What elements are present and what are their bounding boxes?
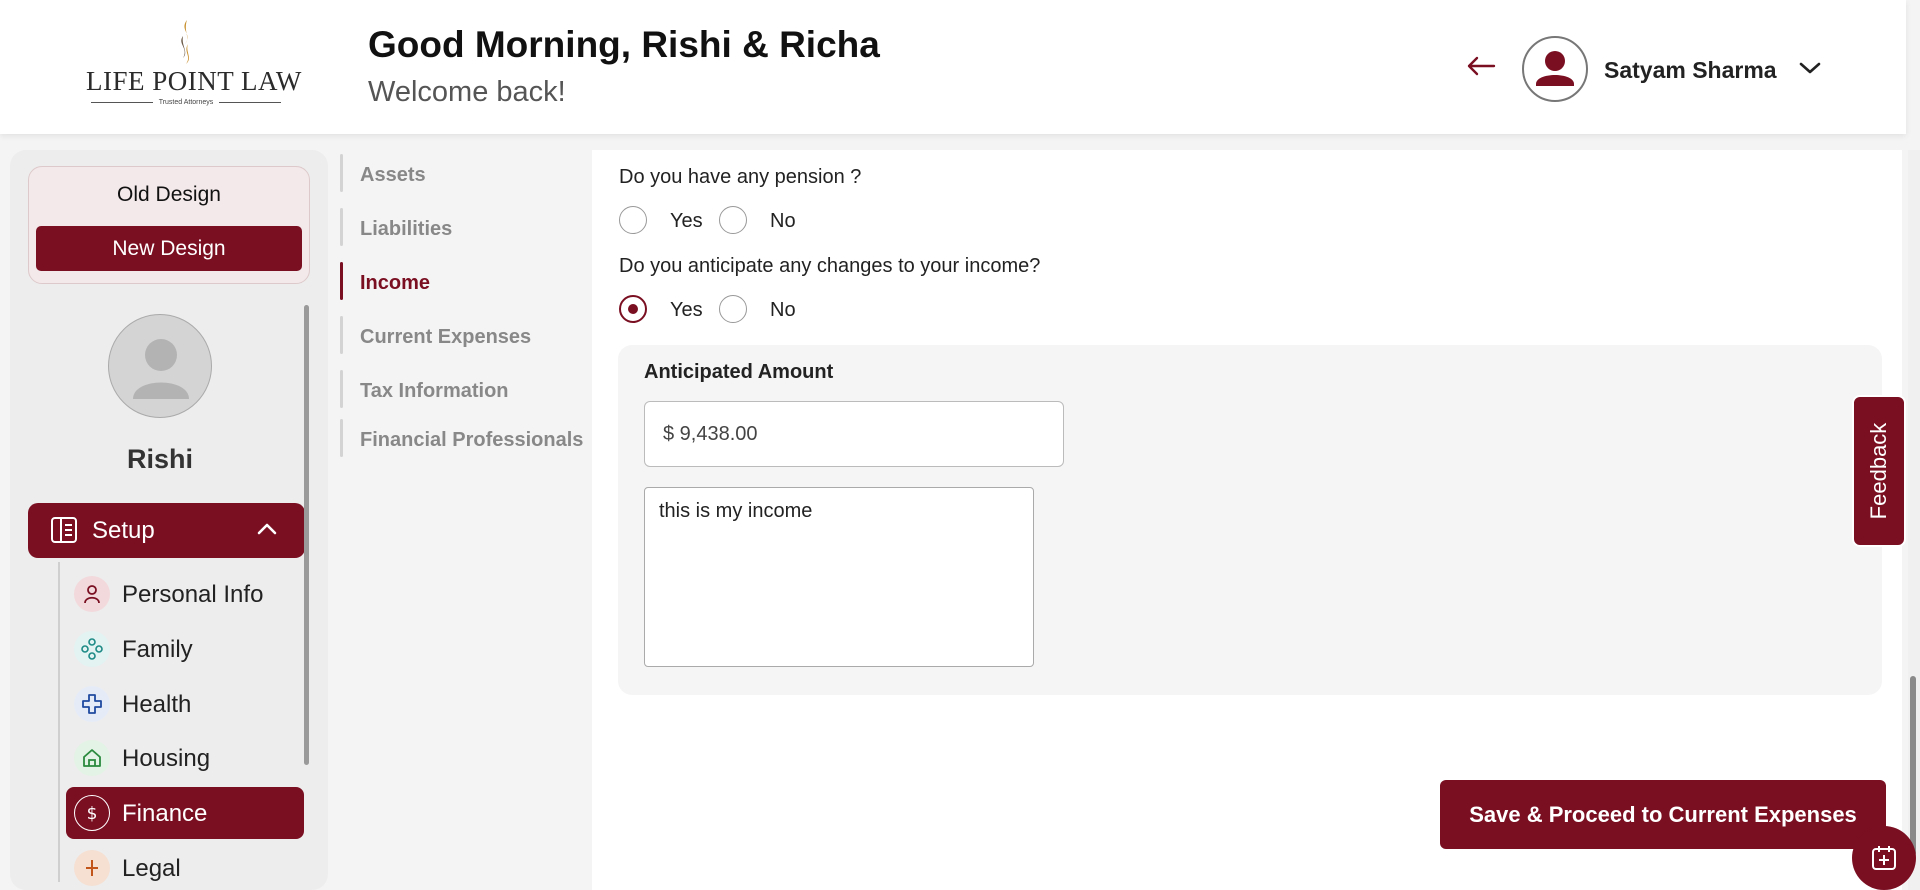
subnav-item-assets[interactable]: Assets [340, 150, 580, 196]
chevron-down-icon[interactable] [1798, 60, 1822, 76]
calendar-add-button[interactable] [1852, 826, 1916, 890]
subnav-item-financial-professionals[interactable]: Financial Professionals [340, 415, 583, 461]
legal-icon [74, 850, 110, 886]
page-scrollbar-thumb[interactable] [1910, 676, 1916, 856]
dollar-icon: $ [74, 795, 110, 831]
anticipated-amount-title: Anticipated Amount [644, 361, 834, 383]
income-change-question: Do you anticipate any changes to your in… [619, 255, 1041, 277]
subnav-item-tax-information[interactable]: Tax Information [340, 366, 580, 412]
income-change-no-radio[interactable] [719, 295, 747, 323]
sidebar-item-family[interactable]: Family [66, 623, 304, 675]
income-change-yes-label[interactable]: Yes [670, 299, 703, 322]
logo-text: LIFE POINT LAW [86, 66, 302, 96]
anticipated-amount-input[interactable]: $ 9,438.00 [644, 401, 1064, 467]
pension-yes-radio[interactable] [619, 206, 647, 234]
user-avatar[interactable] [1522, 36, 1588, 102]
new-design-button[interactable]: New Design [36, 226, 302, 271]
design-switcher: Old Design New Design [28, 166, 310, 284]
anticipated-amount-section: Anticipated Amount $ 9,438.00 this is my… [618, 345, 1882, 695]
top-header: LIFE POINT LAW Trusted Attorneys Good Mo… [0, 0, 1906, 134]
subnav-item-current-expenses[interactable]: Current Expenses [340, 312, 580, 358]
old-design-button[interactable]: Old Design [29, 183, 309, 207]
sidebar-item-legal[interactable]: Legal [66, 842, 304, 890]
sidebar-item-health[interactable]: Health [66, 678, 304, 730]
user-name[interactable]: Satyam Sharma [1604, 57, 1777, 84]
pension-question: Do you have any pension ? [619, 166, 862, 188]
logo: LIFE POINT LAW Trusted Attorneys [86, 18, 302, 110]
profile-avatar [108, 314, 212, 418]
sidebar-item-label: Health [122, 691, 192, 718]
income-change-no-label[interactable]: No [770, 299, 796, 322]
subnav-item-income[interactable]: Income [340, 258, 580, 304]
house-icon [74, 740, 110, 776]
pension-no-radio[interactable] [719, 206, 747, 234]
setup-label: Setup [92, 517, 155, 544]
sidebar-item-finance[interactable]: $ Finance [66, 787, 304, 839]
income-change-yes-radio[interactable] [619, 295, 647, 323]
calendar-add-icon [1872, 846, 1896, 870]
sidebar-item-personal-info[interactable]: Personal Info [66, 568, 304, 620]
sidebar-scrollbar[interactable] [304, 305, 309, 765]
logo-tagline: Trusted Attorneys [158, 99, 214, 106]
welcome-text: Welcome back! [368, 76, 566, 108]
sidebar-item-label: Finance [122, 800, 208, 827]
family-icon [74, 631, 110, 667]
profile-name: Rishi [126, 444, 193, 474]
chevron-up-icon[interactable] [256, 521, 278, 537]
sidebar-item-label: Family [122, 636, 193, 663]
setup-panel-icon [51, 517, 77, 543]
svg-text:$: $ [87, 804, 98, 823]
sidebar-item-label: Housing [122, 745, 211, 772]
income-form-panel: Do you have any pension ? Yes No Do you … [592, 150, 1902, 890]
person-placeholder-icon [133, 339, 189, 399]
subnav-item-liabilities[interactable]: Liabilities [340, 204, 580, 250]
sidebar-item-label: Personal Info [122, 581, 264, 608]
sidebar-item-housing[interactable]: Housing [66, 732, 304, 784]
logo-flame-icon [181, 20, 189, 64]
feedback-tab[interactable]: Feedback [1852, 395, 1906, 547]
sidebar: Old Design New Design Rishi Setup Person… [10, 150, 328, 890]
setup-menu-button[interactable]: Setup [28, 503, 305, 558]
pension-yes-label[interactable]: Yes [670, 210, 703, 233]
sidebar-item-label: Legal [122, 855, 181, 882]
income-note-textarea[interactable]: this is my income [644, 487, 1034, 667]
save-proceed-button[interactable]: Save & Proceed to Current Expenses [1440, 780, 1886, 849]
person-icon [74, 576, 110, 612]
user-icon [1536, 51, 1574, 86]
greeting-title: Good Morning, Rishi & Richa [368, 24, 880, 65]
pension-no-label[interactable]: No [770, 210, 796, 233]
feedback-label: Feedback [1866, 422, 1891, 520]
health-cross-icon [74, 686, 110, 722]
back-arrow-icon[interactable] [1466, 56, 1496, 76]
